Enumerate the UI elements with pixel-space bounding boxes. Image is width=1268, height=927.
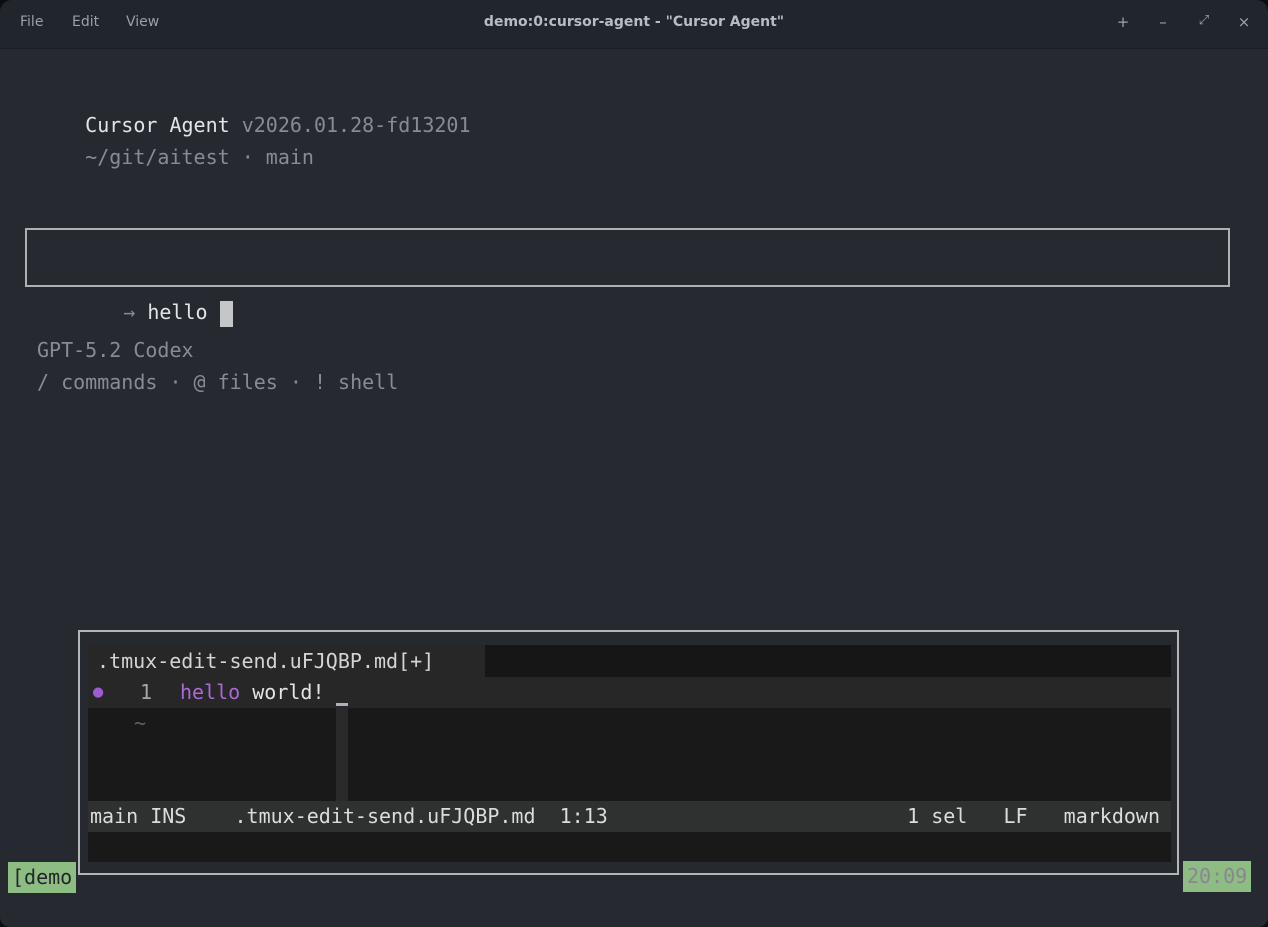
tmux-session-badge: [demo	[8, 862, 76, 893]
prompt-box[interactable]: → hello	[25, 228, 1230, 287]
statusbar-left: main INS .tmux-edit-send.uFJQBP.md 1:13	[90, 801, 608, 832]
plus-icon: +	[1117, 13, 1130, 31]
close-button[interactable]: ×	[1235, 13, 1253, 31]
editor-statusbar: main INS .tmux-edit-send.uFJQBP.md 1:13 …	[88, 801, 1171, 832]
line-number: 1	[140, 677, 152, 708]
branch-name: main	[266, 145, 314, 169]
editor-cursor	[336, 703, 348, 706]
menu-file[interactable]: File	[20, 14, 43, 30]
editor-message-line	[88, 832, 1171, 862]
model-name: GPT-5.2 Codex	[37, 339, 194, 362]
editor-code-line[interactable]: ● 1 hello world!	[88, 677, 1171, 708]
text-cursor	[220, 301, 233, 327]
maximize-button[interactable]: ⤢	[1195, 13, 1213, 28]
code-rest: world!	[240, 680, 324, 704]
terminal-window: File Edit View demo:0:cursor-agent - "Cu…	[0, 0, 1268, 927]
empty-line-tilde: ~	[134, 708, 146, 739]
minimize-button[interactable]: –	[1154, 13, 1172, 31]
menu-view[interactable]: View	[126, 14, 159, 30]
cursor-column-highlight	[336, 708, 348, 801]
workspace-line: ~/git/aitest · main	[37, 123, 314, 192]
code-keyword: hello	[180, 680, 240, 704]
maximize-icon: ⤢	[1199, 13, 1209, 28]
workspace-path: ~/git/aitest	[85, 145, 230, 169]
titlebar: File Edit View demo:0:cursor-agent - "Cu…	[0, 0, 1268, 49]
gutter-dot-icon: ●	[93, 677, 103, 708]
command-hints: / commands · @ files · ! shell	[37, 371, 398, 394]
editor-empty-area[interactable]: ~	[88, 708, 1171, 801]
prompt-arrow-icon: →	[123, 300, 147, 324]
new-window-button[interactable]: +	[1114, 13, 1132, 31]
editor-tab[interactable]: .tmux-edit-send.uFJQBP.md[+]	[88, 645, 485, 677]
code-text: hello world!	[180, 677, 325, 708]
menu-edit[interactable]: Edit	[72, 14, 99, 30]
prompt-line: → hello	[51, 230, 233, 285]
statusbar-right: 1 sel LF markdown	[907, 801, 1160, 832]
window-title: demo:0:cursor-agent - "Cursor Agent"	[0, 14, 1268, 30]
editor-tabbar: .tmux-edit-send.uFJQBP.md[+]	[88, 645, 1171, 677]
tmux-clock: 20:09	[1183, 861, 1251, 892]
close-icon: ×	[1238, 13, 1251, 31]
path-branch-separator: ·	[230, 145, 266, 169]
prompt-input[interactable]: hello	[147, 300, 219, 324]
minimize-icon: –	[1159, 13, 1167, 31]
